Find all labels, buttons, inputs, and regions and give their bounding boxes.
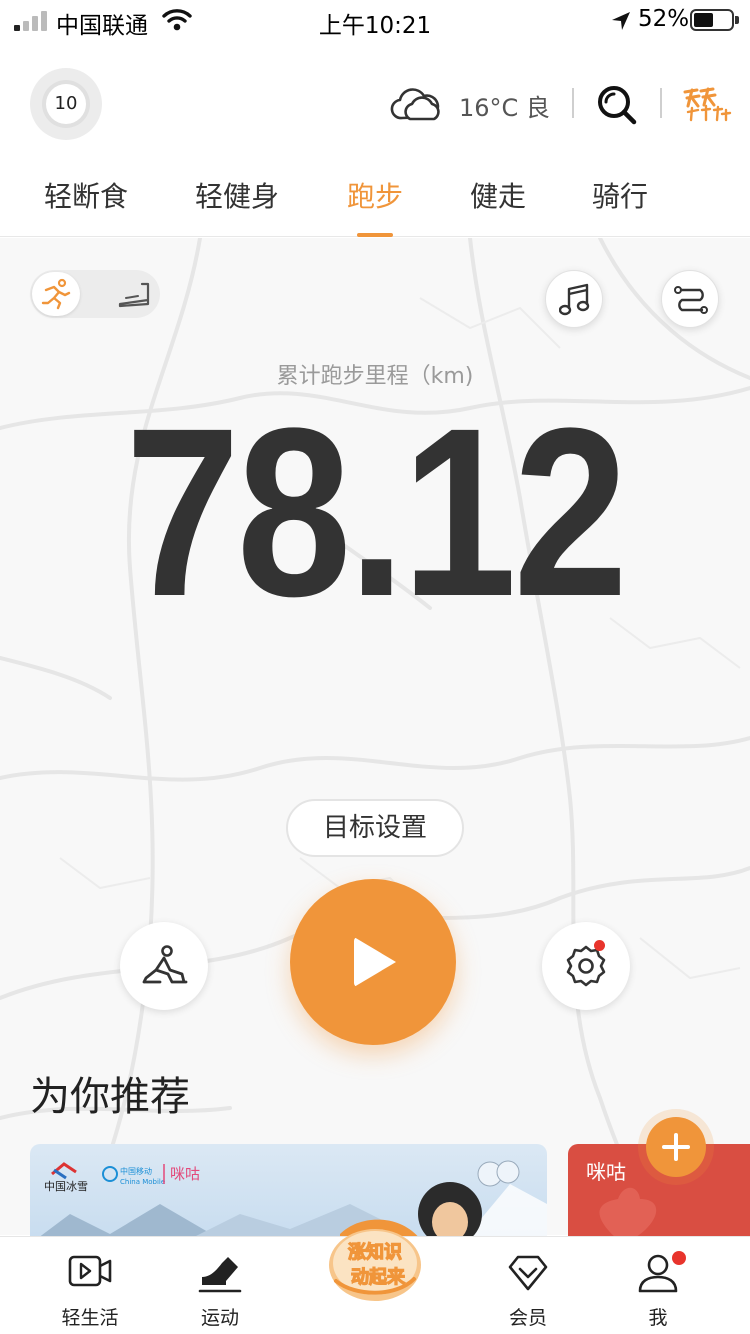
banner-artwork: 中国冰雪 中国移动 China Mobile 咪咕 [30,1160,547,1244]
recommend-title: 为你推荐 [30,1074,190,1120]
goal-settings-button[interactable]: 目标设置 [286,799,464,857]
promo-learn-move-badge[interactable]: 涨知识 动起来 [326,1223,424,1305]
nav-light-life[interactable]: 轻生活 [30,1237,150,1334]
add-fab-button[interactable] [646,1117,706,1177]
diamond-icon [508,1255,548,1291]
nav-label: 运动 [200,1307,239,1329]
search-icon[interactable] [596,84,638,126]
battery-icon [690,9,739,31]
status-bar: 中国联通 上午10:21 52% [0,0,750,42]
level-badge[interactable]: 10 [30,68,102,140]
nav-sports[interactable]: 运动 [160,1237,280,1334]
stretch-icon [142,945,188,984]
nav-label: 我 [648,1307,668,1329]
flower-decoration-icon [599,1187,657,1244]
category-tabs: 轻断食 轻健身 跑步 健走 骑行 [0,165,750,237]
run-settings-button[interactable] [542,922,630,1010]
svg-text:China Mobile: China Mobile [120,1178,165,1186]
tab-cycling[interactable]: 骑行 [592,175,648,215]
nav-label: 会员 [508,1307,547,1329]
outdoor-run-icon[interactable] [40,278,72,310]
route-button[interactable] [661,270,719,328]
nav-label: 轻生活 [61,1307,119,1329]
promo-text-1: 涨知识 [348,1241,402,1263]
treadmill-icon[interactable] [118,280,152,308]
video-icon [68,1255,112,1287]
start-run-button[interactable] [290,879,456,1045]
bottom-nav: 轻生活 运动 涨知识 动起来 会员 我 [0,1229,750,1334]
music-button[interactable] [545,270,603,328]
nav-me[interactable]: 我 [598,1237,718,1334]
tab-walking[interactable]: 健走 [470,175,526,215]
svg-text:中国冰雪: 中国冰雪 [44,1180,88,1193]
recommend-banner-1[interactable]: 中国冰雪 中国移动 China Mobile 咪咕 [30,1144,547,1244]
notification-dot [672,1251,686,1265]
battery-percent: 52% [638,6,690,32]
tab-light-fasting[interactable]: 轻断食 [44,175,128,215]
promo-badge-shape: 涨知识 动起来 [329,1229,421,1301]
route-icon [674,286,708,314]
promo-text-2: 动起来 [351,1266,406,1288]
shoe-icon [198,1257,242,1293]
play-icon [354,937,396,987]
music-note-icon [559,283,590,316]
divider [572,88,574,118]
divider [660,88,662,118]
tab-light-fitness[interactable]: 轻健身 [195,175,279,215]
migu-logo: 咪咕 [586,1160,626,1184]
tab-indicator [357,233,393,237]
weather-text[interactable]: 16°C 良 [459,88,550,123]
stretch-button[interactable] [120,922,208,1010]
nav-membership[interactable]: 会员 [468,1237,588,1334]
notification-dot [594,940,605,951]
tab-running[interactable]: 跑步 [347,175,403,215]
location-arrow-icon [612,12,630,30]
svg-text:咪咕: 咪咕 [170,1165,200,1183]
brand-logo-icon[interactable] [682,86,734,122]
level-number: 10 [46,84,86,124]
total-distance-value: 78.12 [125,378,628,646]
cloud-icon [390,88,440,121]
run-mode-toggle[interactable] [30,270,160,318]
svg-text:中国移动: 中国移动 [120,1166,152,1176]
